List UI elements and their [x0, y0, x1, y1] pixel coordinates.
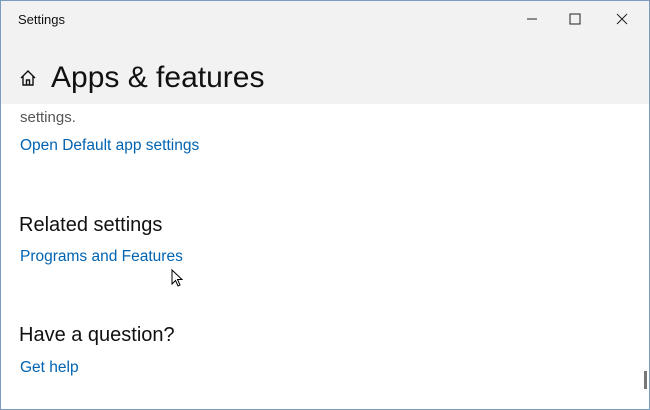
open-default-app-settings-link[interactable]: Open Default app settings [20, 137, 199, 155]
scrollbar-thumb[interactable] [644, 371, 647, 389]
window-title: Settings [18, 12, 65, 27]
maximize-button[interactable] [552, 5, 598, 33]
minimize-icon [527, 18, 537, 20]
description-text: settings. [20, 109, 76, 126]
settings-window: Settings Apps & features settings. Open … [0, 0, 650, 410]
close-button[interactable] [599, 5, 645, 33]
mouse-cursor-icon [171, 269, 183, 287]
minimize-button[interactable] [509, 5, 555, 33]
get-help-link[interactable]: Get help [20, 359, 79, 377]
header: Settings Apps & features [1, 1, 649, 104]
home-icon[interactable] [19, 69, 37, 87]
close-icon [616, 13, 628, 25]
related-settings-heading: Related settings [19, 214, 163, 236]
maximize-icon [569, 13, 581, 25]
have-a-question-heading: Have a question? [19, 324, 175, 346]
page-title: Apps & features [51, 61, 265, 94]
programs-and-features-link[interactable]: Programs and Features [20, 248, 183, 266]
